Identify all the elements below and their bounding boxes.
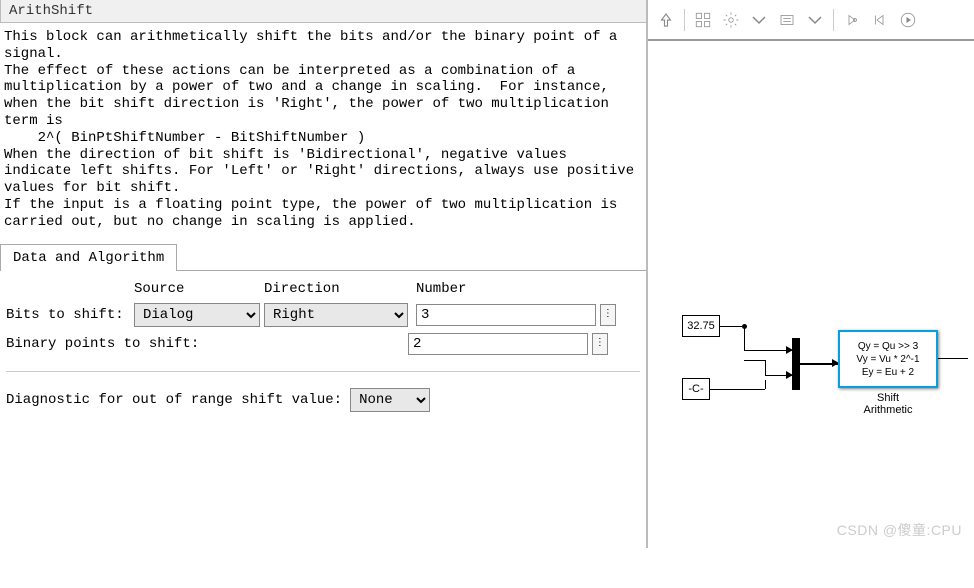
header-row: Source Direction Number bbox=[6, 281, 640, 297]
dropdown2-icon[interactable] bbox=[803, 8, 827, 32]
shift-arithmetic-block[interactable]: Qy = Qu >> 3 Vy = Vu * 2^-1 Ey = Eu + 2 bbox=[838, 330, 938, 388]
step-back-icon[interactable] bbox=[868, 8, 892, 32]
binpt-number-input[interactable] bbox=[408, 333, 588, 355]
binpt-number-more-button[interactable]: ⋮ bbox=[592, 333, 608, 355]
bits-number-input[interactable] bbox=[416, 304, 596, 326]
diagnostic-label: Diagnostic for out of range shift value: bbox=[6, 392, 342, 408]
tabs-bar: Data and Algorithm bbox=[0, 243, 646, 271]
mux-block[interactable] bbox=[792, 338, 800, 390]
model-canvas[interactable]: 32.75 -C- Qy = Qu >> 3 bbox=[648, 80, 974, 588]
binpt-label: Binary points to shift: bbox=[6, 336, 408, 352]
model-settings-icon[interactable] bbox=[719, 8, 743, 32]
shift-eq1: Qy = Qu >> 3 bbox=[840, 340, 936, 353]
bits-row: Bits to shift: Dialog Right ⋮ bbox=[6, 303, 640, 327]
fast-restart-icon[interactable] bbox=[840, 8, 864, 32]
diagnostic-select[interactable]: None bbox=[350, 388, 430, 412]
run-icon[interactable] bbox=[896, 8, 920, 32]
block-description: This block can arithmetically shift the … bbox=[0, 23, 646, 239]
tab-data-algorithm[interactable]: Data and Algorithm bbox=[0, 244, 177, 271]
dropdown-icon[interactable] bbox=[747, 8, 771, 32]
model-canvas-panel: 32.75 -C- Qy = Qu >> 3 bbox=[648, 0, 974, 548]
log-icon[interactable] bbox=[775, 8, 799, 32]
header-source: Source bbox=[134, 281, 260, 297]
shift-block-label: Shift Arithmetic bbox=[838, 392, 938, 416]
tab-content: Source Direction Number Bits to shift: D… bbox=[0, 271, 646, 422]
bits-direction-select[interactable]: Right bbox=[264, 303, 408, 327]
up-icon[interactable] bbox=[654, 8, 678, 32]
watermark: CSDN @傻童:CPU bbox=[837, 520, 962, 540]
library-browser-icon[interactable] bbox=[691, 8, 715, 32]
bits-source-select[interactable]: Dialog bbox=[134, 303, 260, 327]
block-title: ArithShift bbox=[0, 0, 646, 23]
constant-block-2[interactable]: -C- bbox=[682, 378, 710, 400]
header-direction: Direction bbox=[264, 281, 408, 297]
constant-block-1[interactable]: 32.75 bbox=[682, 315, 720, 337]
bits-label: Bits to shift: bbox=[6, 307, 134, 323]
section-divider bbox=[6, 371, 640, 372]
header-number: Number bbox=[416, 281, 616, 297]
binpt-row: Binary points to shift: ⋮ bbox=[6, 333, 640, 355]
diagnostic-row: Diagnostic for out of range shift value:… bbox=[6, 388, 640, 412]
bits-number-more-button[interactable]: ⋮ bbox=[600, 304, 616, 326]
block-parameters-panel: ArithShift This block can arithmetically… bbox=[0, 0, 648, 548]
shift-eq2: Vy = Vu * 2^-1 bbox=[840, 353, 936, 366]
canvas-toolbar bbox=[648, 0, 974, 40]
shift-eq3: Ey = Eu + 2 bbox=[840, 366, 936, 379]
